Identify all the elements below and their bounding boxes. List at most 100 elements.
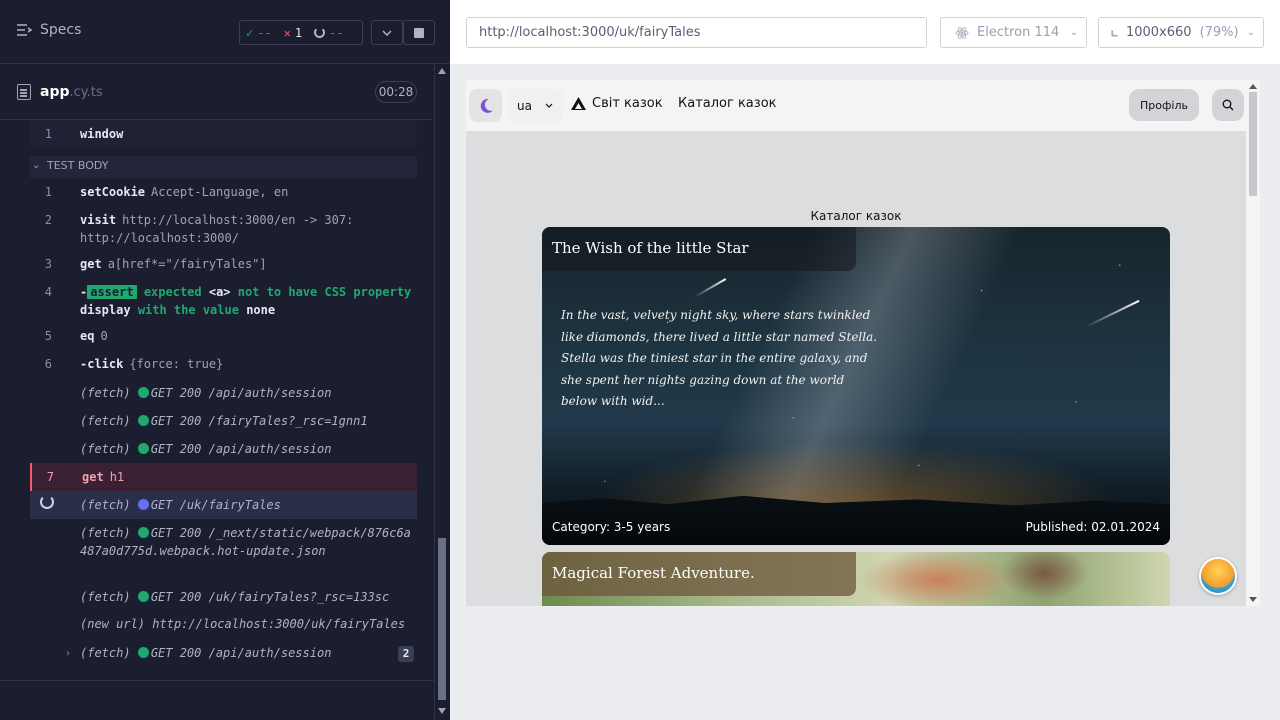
chevron-right-icon[interactable]: ›: [65, 645, 71, 663]
command-log-scrollbar[interactable]: [434, 64, 448, 720]
logo-icon: [571, 97, 586, 110]
electron-icon: [955, 26, 969, 39]
command-name: eq: [80, 329, 95, 343]
command-args: GET 200 /api/auth/session: [150, 442, 332, 456]
viewport-zoom: (79%): [1199, 25, 1239, 40]
pending-stat: --: [308, 26, 349, 40]
passed-count: --: [257, 25, 272, 40]
browser-name: Electron 114: [977, 25, 1060, 40]
command-body: -click {force: true}: [80, 355, 415, 373]
command-log-panel: Specs ✓ -- ✕ 1 -- app.cy.ts 00:28 1 window…: [0, 0, 450, 720]
assert-tag: assert: [87, 285, 137, 299]
command-number: 4: [44, 285, 52, 299]
profile-button[interactable]: Профіль: [1129, 89, 1199, 121]
command-log: 1 window ⌄ TEST BODY 1 setCookie Accept-L…: [0, 120, 432, 680]
fairy-tale-card[interactable]: The Wish of the little Star In the vast,…: [542, 227, 1170, 545]
command-number: 7: [46, 470, 54, 484]
floating-action-button[interactable]: [1199, 557, 1237, 595]
command-body: (fetch) GET 200 /api/auth/session: [80, 384, 415, 402]
scroll-down-icon[interactable]: [1249, 597, 1257, 602]
status-dot-icon: [137, 415, 149, 426]
card-category: Category: 3-5 years: [552, 520, 671, 534]
status-dot-icon: [137, 499, 149, 510]
command-args: http://localhost:3000/en -> 307: http://…: [80, 213, 354, 245]
chevron-down-icon: ⌄: [1069, 27, 1078, 38]
failed-stat: ✕ 1: [278, 26, 308, 40]
viewport-button[interactable]: 1000x660 (79%) ⌄: [1098, 17, 1264, 48]
command-args: GET 200 /fairyTales?_rsc=1gnn1: [150, 414, 368, 428]
language-select[interactable]: ua: [508, 89, 563, 122]
test-stats: ✓ -- ✕ 1 --: [239, 20, 363, 45]
app-iframe: ua Світ казок Каталог казок Профіль Ката…: [466, 80, 1260, 606]
status-dot-icon: [137, 527, 149, 538]
app-scrollbar[interactable]: [1246, 80, 1260, 606]
command-name: -click: [80, 357, 124, 371]
status-dot-icon: [137, 591, 149, 602]
browser-select-button[interactable]: Electron 114 ⌄: [940, 17, 1087, 48]
specs-toggle-button[interactable]: Specs: [16, 22, 81, 38]
active-fetch-row[interactable]: (fetch) GET /uk/fairyTales: [30, 491, 417, 519]
aut-panel: http://localhost:3000/uk/fairyTales Elec…: [450, 0, 1280, 720]
command-body: (fetch) GET 200 /api/auth/session: [80, 440, 415, 458]
command-args: a[href*="/fairyTales"]: [107, 257, 267, 271]
status-dot-icon: [137, 647, 149, 658]
repeat-count-badge: 2: [398, 646, 414, 662]
command-number: 2: [44, 213, 52, 227]
assert-text: with the value: [137, 303, 239, 317]
scroll-thumb[interactable]: [1249, 92, 1257, 196]
scroll-up-icon[interactable]: [1249, 84, 1257, 89]
command-body: get h1: [82, 468, 417, 486]
chevron-down-icon: ⌄: [32, 160, 41, 171]
command-body: (fetch) GET /uk/fairyTales: [80, 496, 415, 514]
command-args: GET 200 /api/auth/session: [150, 386, 332, 400]
viewport-size: 1000x660: [1125, 25, 1192, 40]
theme-toggle-button[interactable]: [469, 89, 502, 122]
card-title: The Wish of the little Star: [542, 227, 856, 271]
check-icon: ✓: [246, 25, 254, 40]
spec-file-header[interactable]: app.cy.ts 00:28: [0, 64, 432, 120]
divider: [0, 680, 434, 681]
stop-icon: [414, 27, 424, 38]
fairy-tale-card[interactable]: Magical Forest Adventure.: [542, 552, 1170, 606]
specs-label: Specs: [40, 22, 82, 38]
command-number: 3: [44, 257, 52, 271]
command-args: GET 200 /api/auth/session: [150, 646, 332, 660]
chevron-down-icon: [545, 103, 553, 108]
command-body: visit http://localhost:3000/en -> 307: ht…: [80, 211, 415, 247]
brand-link[interactable]: Світ казок: [570, 96, 663, 111]
test-body-label: TEST BODY: [47, 159, 109, 172]
command-name: window: [80, 127, 124, 141]
command-body: (fetch) GET 200 /fairyTales?_rsc=1gnn1: [80, 412, 415, 430]
stop-button[interactable]: [403, 20, 435, 45]
card-title: Magical Forest Adventure.: [542, 552, 856, 596]
command-body: (new url) http://localhost:3000/uk/fairy…: [80, 615, 415, 633]
collapse-all-button[interactable]: [371, 20, 403, 45]
command-body: setCookie Accept-Language, en: [80, 183, 415, 201]
search-icon: [1222, 99, 1234, 111]
ruler-icon: [1111, 29, 1118, 36]
loading-spinner-icon: [40, 495, 54, 509]
command-name: visit: [80, 213, 117, 227]
nav-catalog-link[interactable]: Каталог казок: [678, 96, 777, 111]
chevron-down-icon: [382, 29, 392, 36]
command-args: GET 200 /uk/fairyTales?_rsc=133sc: [150, 590, 390, 604]
command-body: - assert expected <a> not to have CSS pro…: [80, 283, 415, 319]
brand-name: Світ казок: [592, 96, 663, 111]
command-name: (fetch): [80, 498, 131, 512]
pending-icon: [314, 27, 326, 38]
scroll-down-icon[interactable]: [438, 708, 446, 714]
command-name: (fetch): [80, 414, 131, 428]
language-value: ua: [517, 98, 532, 113]
failed-command-row[interactable]: 7 get h1: [30, 463, 417, 491]
url-field[interactable]: http://localhost:3000/uk/fairyTales: [466, 17, 927, 48]
test-body-header[interactable]: ⌄ TEST BODY: [30, 156, 417, 178]
pending-count: --: [329, 25, 344, 40]
scroll-up-icon[interactable]: [438, 68, 446, 74]
search-button[interactable]: [1212, 89, 1244, 121]
command-body: (fetch) GET 200 /_next/static/webpack/87…: [80, 524, 415, 560]
status-dot-icon: [137, 443, 149, 454]
scroll-thumb[interactable]: [438, 538, 446, 700]
page-heading: Каталог казок: [810, 209, 902, 223]
command-body: (fetch) GET 200 /uk/fairyTales?_rsc=133s…: [80, 588, 415, 606]
command-name: (fetch): [80, 590, 131, 604]
